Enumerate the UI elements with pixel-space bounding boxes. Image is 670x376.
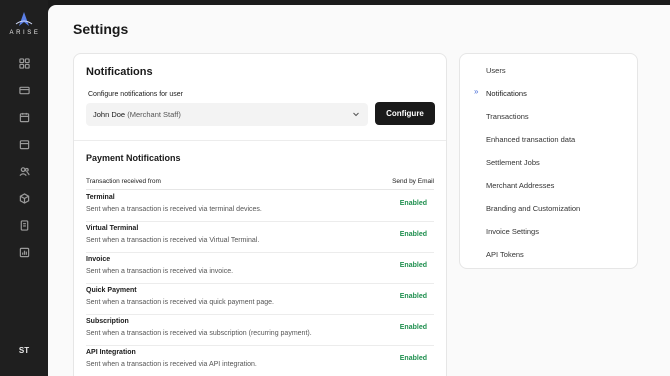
menu-item-users[interactable]: Users <box>486 66 506 75</box>
column-header-source: Transaction received from <box>86 178 161 185</box>
notification-row-description: Sent when a transaction is received via … <box>86 299 274 306</box>
menu-item-api-tokens[interactable]: API Tokens <box>486 250 524 259</box>
selected-user-role: (Merchant Staff) <box>127 110 181 119</box>
selected-user: John Doe (Merchant Staff) <box>93 110 181 119</box>
brand-name: ARISE <box>9 30 41 36</box>
chevron-down-icon <box>353 112 359 117</box>
user-avatar[interactable]: ST <box>0 346 48 355</box>
main-content: Settings Notifications Configure notific… <box>48 5 670 376</box>
notification-row: Terminal Sent when a transaction is rece… <box>86 191 434 222</box>
notification-row-title: Terminal <box>86 194 115 201</box>
configure-label: Configure notifications for user <box>88 91 183 98</box>
notification-row-title: Quick Payment <box>86 287 137 294</box>
notification-row: Invoice Sent when a transaction is recei… <box>86 253 434 284</box>
divider <box>86 189 434 190</box>
notifications-card: Notifications Configure notifications fo… <box>73 53 447 376</box>
notification-row-title: Invoice <box>86 256 111 263</box>
double-chevron-right-icon: » <box>474 87 479 96</box>
credit-card-icon[interactable] <box>17 83 31 97</box>
menu-item-branding[interactable]: Branding and Customization <box>486 204 580 213</box>
notifications-title: Notifications <box>86 66 153 78</box>
bar-chart-icon[interactable] <box>17 245 31 259</box>
configure-button[interactable]: Configure <box>375 102 435 125</box>
notification-row-title: Subscription <box>86 318 129 325</box>
brand-logo[interactable]: ARISE <box>0 12 48 36</box>
notification-status-toggle[interactable]: Enabled <box>400 324 427 331</box>
menu-item-notifications[interactable]: Notifications <box>486 89 527 98</box>
calendar-icon[interactable] <box>17 110 31 124</box>
notification-row-title: API Integration <box>86 349 136 356</box>
notification-row-description: Sent when a transaction is received via … <box>86 206 262 213</box>
selected-user-name: John Doe <box>93 110 126 119</box>
arise-logo-icon <box>15 12 33 26</box>
notification-status-toggle[interactable]: Enabled <box>400 262 427 269</box>
notification-status-toggle[interactable]: Enabled <box>400 293 427 300</box>
notification-row-title: Virtual Terminal <box>86 225 139 232</box>
page-title: Settings <box>73 21 129 37</box>
menu-item-enhanced-transaction-data[interactable]: Enhanced transaction data <box>486 135 575 144</box>
document-icon[interactable] <box>17 218 31 232</box>
store-icon[interactable] <box>17 137 31 151</box>
notification-row: Quick Payment Sent when a transaction is… <box>86 284 434 315</box>
box-icon[interactable] <box>17 191 31 205</box>
divider <box>74 140 446 141</box>
notification-status-toggle[interactable]: Enabled <box>400 200 427 207</box>
grid-icon[interactable] <box>17 56 31 70</box>
notification-row-description: Sent when a transaction is received via … <box>86 361 257 368</box>
user-select[interactable]: John Doe (Merchant Staff) <box>86 103 368 126</box>
users-icon[interactable] <box>17 164 31 178</box>
notification-row: API Integration Sent when a transaction … <box>86 346 434 376</box>
notification-row: Virtual Terminal Sent when a transaction… <box>86 222 434 253</box>
menu-item-settlement-jobs[interactable]: Settlement Jobs <box>486 158 540 167</box>
payment-notifications-title: Payment Notifications <box>86 153 181 163</box>
sidebar: ARISE ST <box>0 0 48 376</box>
settings-menu: » Users Notifications Transactions Enhan… <box>459 53 638 269</box>
notification-row-description: Sent when a transaction is received via … <box>86 237 260 244</box>
notification-row: Subscription Sent when a transaction is … <box>86 315 434 346</box>
notification-row-description: Sent when a transaction is received via … <box>86 330 312 337</box>
menu-item-merchant-addresses[interactable]: Merchant Addresses <box>486 181 554 190</box>
column-header-email: Send by Email <box>392 178 434 185</box>
menu-item-transactions[interactable]: Transactions <box>486 112 529 121</box>
notification-status-toggle[interactable]: Enabled <box>400 231 427 238</box>
notification-row-description: Sent when a transaction is received via … <box>86 268 234 275</box>
menu-item-invoice-settings[interactable]: Invoice Settings <box>486 227 539 236</box>
notification-status-toggle[interactable]: Enabled <box>400 355 427 362</box>
